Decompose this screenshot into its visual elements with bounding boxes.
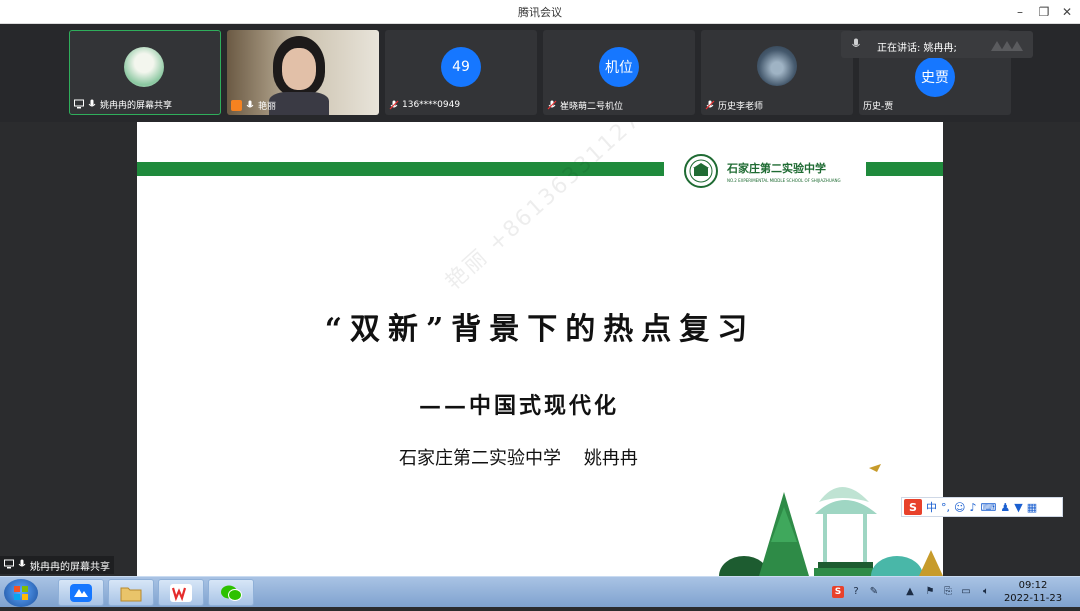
- start-button[interactable]: [4, 579, 38, 607]
- microphone-muted-icon: [389, 100, 399, 110]
- microphone-icon: [17, 559, 27, 572]
- school-name: 石家庄第二实验中学: [727, 162, 826, 175]
- pen-tray-icon[interactable]: ✎: [868, 586, 880, 598]
- slide-author: 石家庄第二实验中学 姚冉冉: [399, 448, 638, 469]
- user-center-icon[interactable]: ♟: [1000, 501, 1010, 514]
- wps-taskbar-button[interactable]: [158, 579, 204, 606]
- participant-name: 姚冉冉的屏幕共享: [100, 100, 173, 111]
- microphone-muted-icon: [547, 100, 557, 110]
- clock-time: 09:12: [1018, 580, 1048, 591]
- action-center-icon[interactable]: ⚑: [924, 586, 936, 598]
- window-title: 腾讯会议: [518, 6, 562, 19]
- wechat-icon: [221, 585, 242, 601]
- school-logo-icon: [683, 153, 719, 189]
- wps-icon: [170, 583, 192, 602]
- window-titlebar: 腾讯会议 – ❐ ✕: [0, 0, 1080, 24]
- restore-button[interactable]: ❐: [1034, 3, 1054, 21]
- skin-icon[interactable]: ▼: [1014, 501, 1022, 514]
- file-explorer-taskbar-button[interactable]: [108, 579, 154, 606]
- tencent-meeting-taskbar-button[interactable]: [58, 579, 104, 606]
- participant-strip: 姚冉冉的屏幕共享 艳丽 49 136****0949 机位 崔晓萌二号机位 历史…: [0, 24, 1080, 122]
- speaking-indicator: 正在讲话: 姚冉冉;: [841, 31, 1033, 58]
- watermark: 艳丽 +8613633112762: [441, 122, 670, 296]
- microphone-icon: [245, 100, 255, 110]
- avatar: [757, 46, 797, 86]
- avatar: [124, 47, 164, 87]
- speaking-label: 正在讲话: 姚冉冉;: [877, 43, 957, 54]
- shared-slide: 石家庄第二实验中学 NO.2 EXPERIMENTAL MIDDLE SCHOO…: [137, 122, 943, 576]
- minimize-button[interactable]: –: [1010, 3, 1030, 21]
- voice-input-icon[interactable]: ♪: [969, 501, 976, 514]
- wechat-taskbar-button[interactable]: [208, 579, 254, 606]
- volume-icon[interactable]: 🔈︎: [980, 586, 992, 598]
- show-hidden-icons-icon[interactable]: ▲: [904, 586, 916, 598]
- microphone-icon: [87, 99, 97, 109]
- device-tray-icon[interactable]: ⎘: [942, 586, 954, 598]
- screen-share-icon: [4, 559, 14, 572]
- ime-punct-toggle[interactable]: °,: [941, 501, 950, 514]
- participant-name: 历史李老师: [718, 101, 764, 112]
- share-stage: 石家庄第二实验中学 NO.2 EXPERIMENTAL MIDDLE SCHOO…: [0, 122, 1080, 576]
- help-tray-icon[interactable]: ?: [850, 586, 862, 598]
- slide-subtitle: ——中国式现代化: [419, 393, 620, 419]
- user-icon: [231, 99, 242, 111]
- participant-tile[interactable]: 艳丽: [227, 30, 379, 115]
- close-button[interactable]: ✕: [1057, 3, 1077, 21]
- avatar: 史贾: [915, 57, 955, 97]
- clock-date: 2022-11-23: [1003, 593, 1063, 604]
- avatar: 机位: [599, 47, 639, 87]
- participant-tile[interactable]: 机位 崔晓萌二号机位: [543, 30, 695, 115]
- tray-clock[interactable]: 09:12 2022-11-23: [1000, 579, 1066, 605]
- screen-share-label: 姚冉冉的屏幕共享: [30, 561, 110, 573]
- participant-name: 艳丽: [258, 101, 277, 112]
- participant-name: 历史-贾: [863, 101, 894, 112]
- microphone-muted-icon: [705, 100, 715, 110]
- participant-name: 136****0949: [402, 100, 461, 110]
- ime-toolbar[interactable]: S 中 °, ☺ ♪ ⌨ ♟ ▼ ▦: [901, 497, 1063, 517]
- emoji-icon[interactable]: ☺: [954, 501, 965, 514]
- folder-icon: [120, 587, 142, 601]
- school-name-english: NO.2 EXPERIMENTAL MIDDLE SCHOOL OF SHIJI…: [727, 178, 841, 183]
- toolbox-icon[interactable]: ▦: [1027, 501, 1037, 514]
- participant-tile[interactable]: 姚冉冉的屏幕共享: [69, 30, 221, 115]
- screen-share-tag: 姚冉冉的屏幕共享: [0, 556, 114, 574]
- slide-title: “双新”背景下的热点复习: [324, 312, 756, 347]
- keyboard-icon[interactable]: ⌨: [981, 501, 997, 514]
- network-icon[interactable]: ▭: [960, 586, 972, 598]
- header-bar-right: [866, 162, 943, 176]
- screen-share-icon: [74, 99, 84, 109]
- expand-icon[interactable]: [991, 39, 1025, 51]
- avatar: 49: [441, 47, 481, 87]
- participant-tile[interactable]: 49 136****0949: [385, 30, 537, 115]
- tencent-meeting-icon: [70, 583, 92, 602]
- windows-logo-icon: [14, 586, 28, 600]
- sogou-logo-icon: S: [904, 499, 922, 515]
- participant-tile[interactable]: 历史李老师: [701, 30, 853, 115]
- ime-language-toggle[interactable]: 中: [926, 499, 937, 515]
- sogou-tray-icon[interactable]: S: [832, 586, 844, 598]
- pavilion-illustration: [719, 462, 943, 576]
- participant-name: 崔晓萌二号机位: [560, 101, 624, 112]
- taskbar: S ? ✎ ▲ ⚑ ⎘ ▭ 🔈︎ 09:12 2022-11-23: [0, 576, 1080, 607]
- microphone-icon: [851, 38, 861, 53]
